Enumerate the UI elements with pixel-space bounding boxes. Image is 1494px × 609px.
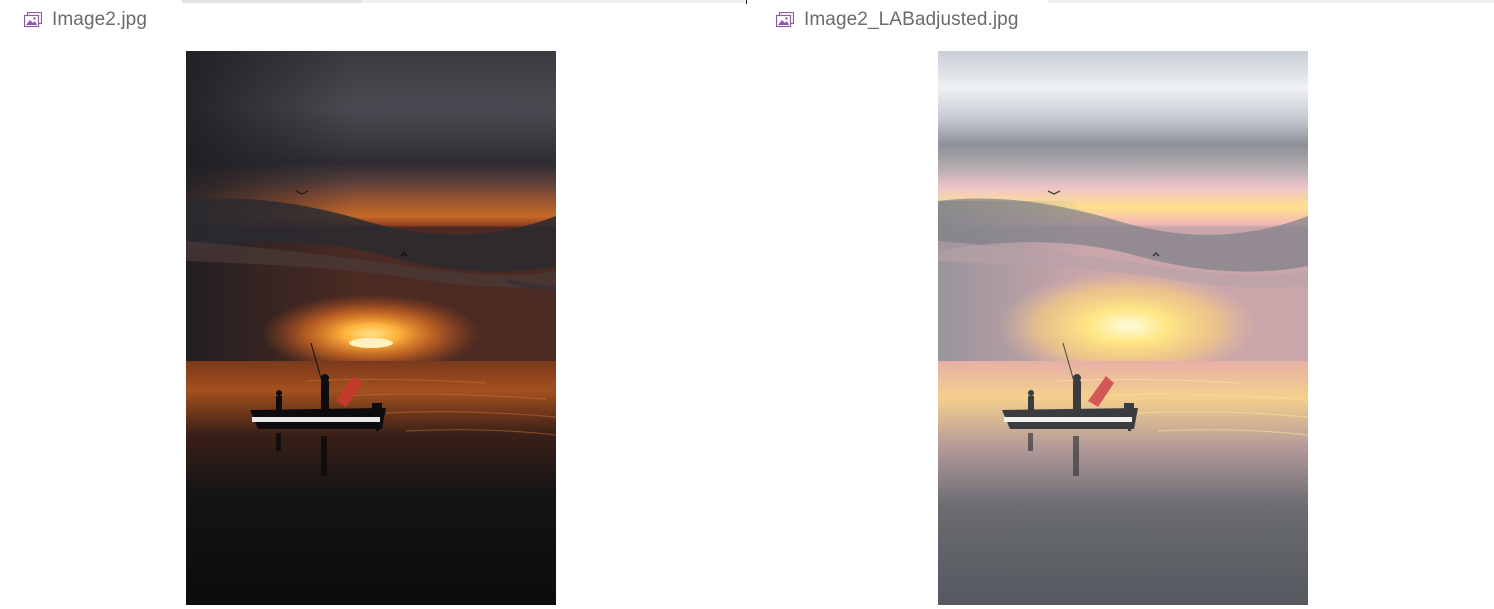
file-name-label: Image2.jpg (52, 9, 148, 30)
image-preview-original (186, 51, 556, 605)
editor-pane-left[interactable]: Image2.jpg (0, 0, 747, 609)
editor-area: Image2.jpg Image2_LABadjusted.jpg (0, 0, 1494, 609)
editor-pane-right[interactable]: Image2_LABadjusted.jpg (747, 0, 1494, 609)
sunset-boat-photo-original (186, 51, 556, 605)
image-file-icon (23, 11, 43, 28)
scroll-track-left[interactable] (182, 0, 747, 3)
image-file-icon (775, 11, 795, 28)
image-preview-adjusted (938, 51, 1308, 605)
scroll-track-right[interactable] (1048, 0, 1494, 3)
sunset-boat-photo-adjusted (938, 51, 1308, 605)
scroll-thumb-left[interactable] (182, 0, 362, 3)
file-header-right[interactable]: Image2_LABadjusted.jpg (775, 8, 1019, 32)
file-name-label: Image2_LABadjusted.jpg (804, 9, 1019, 30)
file-header-left[interactable]: Image2.jpg (23, 8, 148, 32)
